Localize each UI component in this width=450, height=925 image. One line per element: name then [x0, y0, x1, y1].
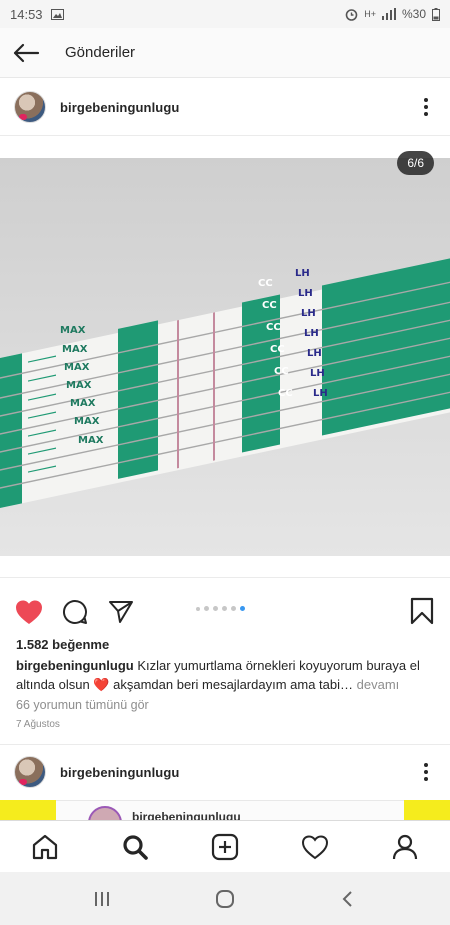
more-dots-icon [424, 98, 428, 102]
next-post-header: birgebeningunlugu [0, 744, 450, 800]
svg-text:LH: LH [304, 328, 319, 339]
carousel-indicator [196, 606, 245, 611]
nav-new-post[interactable] [203, 825, 247, 869]
svg-text:CC: CC [270, 344, 285, 355]
recent-apps-icon [94, 891, 109, 906]
post-date: 7 Ağustos [16, 719, 60, 730]
nav-activity[interactable] [293, 825, 337, 869]
svg-text:MAX: MAX [62, 344, 88, 355]
system-navigation [0, 872, 450, 925]
page-title: Gönderiler [65, 44, 136, 61]
avatar[interactable] [14, 91, 46, 123]
send-icon [109, 601, 133, 623]
comment-icon [63, 599, 87, 624]
more-options-button[interactable] [416, 98, 436, 116]
back-button[interactable] [0, 28, 52, 78]
more-dots-icon [424, 763, 428, 767]
more-options-button[interactable] [416, 763, 436, 781]
peek-username: birgebeningunlugu [132, 810, 241, 820]
photo-cc-label: CC [258, 278, 273, 289]
post-actions [0, 594, 450, 630]
alarm-icon [345, 8, 358, 21]
bottom-navigation [0, 820, 450, 872]
heart-filled-icon [16, 600, 42, 624]
svg-text:CC: CC [266, 322, 281, 333]
status-time: 14:53 [10, 6, 43, 22]
svg-text:MAX: MAX [78, 435, 104, 446]
divider [0, 135, 450, 136]
svg-text:LH: LH [307, 348, 322, 359]
photo-counter: 6/6 [397, 151, 434, 175]
back-system-button[interactable] [328, 879, 368, 919]
search-icon [123, 834, 148, 860]
nav-home[interactable] [23, 825, 67, 869]
battery-icon [432, 7, 440, 21]
home-circle-icon [215, 889, 234, 908]
recent-apps-button[interactable] [82, 879, 122, 919]
caption-more-link[interactable]: devamı [353, 677, 400, 692]
photo-lh-label: LH [295, 268, 310, 279]
svg-text:CC: CC [278, 388, 293, 399]
svg-text:MAX: MAX [66, 380, 92, 391]
svg-text:MAX: MAX [74, 416, 100, 427]
status-bar: 14:53 H+ %30 [0, 0, 450, 28]
add-post-icon [211, 833, 239, 860]
network-type-icon: H+ [364, 9, 376, 19]
svg-text:LH: LH [313, 388, 328, 399]
profile-icon [392, 834, 418, 859]
post-header: birgebeningunlugu [0, 79, 450, 135]
caption-username[interactable]: birgebeningunlugu [16, 658, 134, 673]
nav-search[interactable] [113, 825, 157, 869]
svg-text:MAX: MAX [70, 398, 96, 409]
divider [0, 577, 450, 578]
next-post-photo-peek[interactable]: birgebeningunlugu [0, 800, 450, 820]
svg-text:LH: LH [298, 288, 313, 299]
gallery-notification-icon [50, 8, 64, 20]
view-all-comments-link[interactable]: 66 yorumun tümünü gör [16, 698, 149, 712]
arrow-left-icon [13, 43, 40, 62]
svg-text:MAX: MAX [64, 362, 90, 373]
post-username[interactable]: birgebeningunlugu [60, 100, 179, 115]
next-post-username[interactable]: birgebeningunlugu [60, 765, 179, 780]
heart-outline-icon [301, 834, 329, 859]
comment-button[interactable] [60, 597, 90, 627]
home-system-button[interactable] [205, 879, 245, 919]
signal-icon [381, 8, 396, 20]
chevron-left-icon [342, 890, 353, 907]
home-icon [32, 834, 58, 859]
caption: birgebeningunlugu Kızlar yumurtlama örne… [16, 656, 436, 694]
nav-profile[interactable] [383, 825, 427, 869]
svg-text:LH: LH [310, 368, 325, 379]
svg-text:LH: LH [301, 308, 316, 319]
svg-text:CC: CC [274, 366, 289, 377]
svg-text:CC: CC [262, 300, 277, 311]
top-bar: Gönderiler [0, 28, 450, 78]
post-photo[interactable]: MAX MAX MAX MAX MAX MAX MAX LH LH LH LH … [0, 158, 450, 556]
battery-percentage: %30 [401, 7, 426, 21]
avatar[interactable] [14, 756, 46, 788]
photo-max-label: MAX [60, 325, 86, 336]
share-button[interactable] [106, 597, 136, 627]
bookmark-icon [410, 597, 434, 625]
likes-count[interactable]: 1.582 beğenme [16, 637, 109, 652]
like-button[interactable] [14, 597, 44, 627]
save-button[interactable] [410, 597, 434, 630]
